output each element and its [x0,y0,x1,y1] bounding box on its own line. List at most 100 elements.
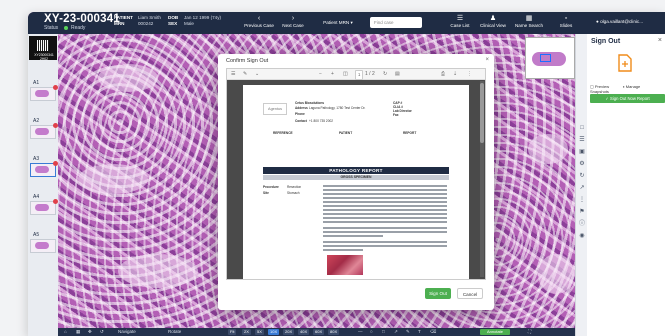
zoom-in-icon[interactable]: + [331,70,334,78]
dialog-title: Confirm Sign Out [226,58,269,64]
zoom-80x[interactable]: 80X [328,329,340,335]
slides-label: Slides [559,23,573,28]
print-icon[interactable]: ⎙ [441,70,445,78]
cancel-button[interactable]: Cancel [457,288,483,299]
zoom-10x[interactable]: 10X [268,329,280,335]
view-mode-icon[interactable]: ▤ [395,70,400,78]
slide-item[interactable]: A2 [30,118,58,139]
mrn-value: 000242 [138,21,154,26]
comment-icon[interactable]: □ [578,124,586,132]
pan-icon[interactable]: ✥ [88,329,92,335]
fit-page-icon[interactable]: ◫ [343,70,348,78]
contact-label: Contact [295,119,307,123]
user-menu[interactable]: ● olga.vaillant@clinic... [596,19,643,24]
case-list-button[interactable]: ☰ Case List [448,14,472,32]
tissue-gland [118,254,198,288]
case-id: XY-23-000341 [44,13,120,25]
slide-item[interactable]: A1 [30,80,58,101]
sign-out-button[interactable]: Sign Out [425,288,451,299]
overview-thumbnail[interactable] [525,37,575,79]
qr-code-icon [37,40,49,51]
rotate-label[interactable]: Rotate [168,329,181,334]
camera-icon[interactable]: ◉ [578,232,586,240]
image-icon[interactable]: ▣ [578,148,586,156]
viewport-indicator[interactable] [540,54,551,62]
circle-tool-icon[interactable]: ○ [370,329,373,334]
annotate-toggle[interactable]: Annotate [480,329,510,335]
back-icon[interactable]: ↺ [100,329,104,335]
status-label: Status [44,25,59,31]
name-search-button[interactable]: ▦ Name Search [514,14,544,32]
sign-out-panel: Sign Out × ▢ Preview ◑ Manage Snapshots … [587,34,665,336]
zoom-2x[interactable]: 2X [242,329,251,335]
zoom-fit[interactable]: Fit [228,329,237,335]
zoom-40x[interactable]: 40X [298,329,310,335]
settings-icon[interactable]: ⚙ [578,160,586,168]
patient-heading: PATIENT [339,131,353,135]
zoom-60x[interactable]: 60X [313,329,325,335]
slide-label-text: XY23000341 2H02 [34,53,54,61]
user-email: olga.vaillant@clinic... [600,19,644,24]
gross-specimen-heading: GROSS SPECIMEN [263,175,449,180]
pdf-scrollbar[interactable] [480,81,484,277]
report-banner: PATHOLOGY REPORT [263,167,449,174]
close-icon[interactable]: × [658,37,662,44]
dob-label: DOB [168,15,179,20]
report-text-line [323,209,447,211]
history-icon[interactable]: ↻ [578,172,586,180]
top-bar: XY-23-000341 Status Ready PATIENT MRN Li… [28,12,665,34]
case-search-input[interactable]: Find case [370,17,422,28]
patient-name: Liam Smith [138,15,161,20]
micrograph-image [327,255,363,275]
mrn-label: MRN [114,21,125,26]
clinical-view-button[interactable]: ♟ Clinical View [478,14,508,32]
panel-links: ▢ Preview ◑ Manage Snapshots [590,84,665,94]
navigate-label[interactable]: Navigate [118,329,136,334]
sign-out-now-button[interactable]: ✓ Sign Out Now Report [590,94,665,103]
scrollbar-thumb[interactable] [480,83,484,143]
page-indicator: 1 / 2 [365,71,375,77]
page-number-input[interactable]: 1 [355,70,364,80]
report-text-line [323,221,447,223]
download-icon[interactable]: ⇣ [453,70,457,78]
eraser-tool-icon[interactable]: ⌫ [430,329,436,335]
report-text-line [323,217,447,219]
zoom-20x[interactable]: 20X [283,329,295,335]
sidebar-toggle-icon[interactable]: ☰ [231,70,235,78]
sex-label: SEX [168,21,178,26]
fullscreen-icon[interactable]: ⛶ [528,329,531,334]
next-case-button[interactable]: › Next Case [280,14,306,32]
clinic-name: Cetus Biosolutions [295,101,325,105]
zoom-out-icon[interactable]: − [319,70,322,78]
close-icon[interactable]: × [485,57,489,63]
slide-item[interactable]: A5 [30,232,56,253]
patient-info: PATIENT MRN [114,15,133,27]
ruler-tool-icon[interactable]: ― [358,329,363,334]
previous-case-button[interactable]: ‹ Previous Case [244,14,274,32]
slide-item[interactable]: A4 [30,194,58,215]
layers-icon[interactable]: ☰ [578,136,586,144]
slides-button[interactable]: ▫ Slides [554,14,578,32]
text-tool-icon[interactable]: T [418,329,421,334]
slide-strip: XY23000341 2H02 A1 A2 A3 A4 A5 [28,34,59,336]
chevron-down-icon[interactable]: ⌄ [255,70,259,78]
address-value: Laguna Pathology, 1780 Test Center Dr. [309,106,366,110]
zoom-5x[interactable]: 5X [255,329,264,335]
home-icon[interactable]: ⌂ [64,329,67,334]
arrow-tool-icon[interactable]: ↗ [394,329,398,335]
previous-icon: ‹ [257,15,261,22]
slide-item-selected[interactable]: A3 [30,156,58,177]
grid-icon[interactable]: ▦ [76,329,80,335]
rotate-icon[interactable]: ↻ [383,70,387,78]
next-icon: › [291,15,295,22]
highlight-icon[interactable]: ✎ [243,70,247,78]
patient-mrn-dropdown[interactable]: Patient MRN ▾ [318,14,358,32]
share-icon[interactable]: ↗ [578,184,586,192]
info-icon[interactable]: ⓘ [578,220,586,228]
rect-tool-icon[interactable]: □ [382,329,385,334]
ruler-icon[interactable]: ⋮ [578,196,586,204]
pen-tool-icon[interactable]: ✎ [406,329,410,335]
more-icon[interactable]: ⋮ [467,70,472,78]
tissue-thumbnail [35,242,49,249]
flag-icon[interactable]: ⚑ [578,208,586,216]
